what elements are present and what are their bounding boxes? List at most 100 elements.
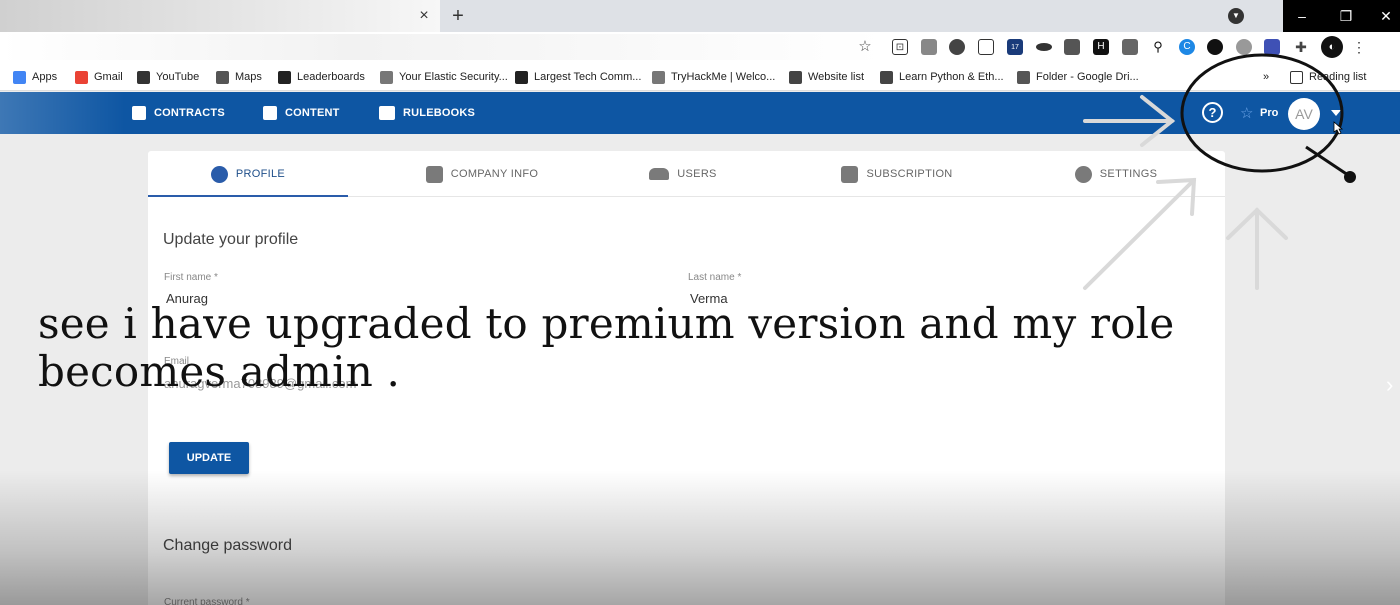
bookmark-gmail[interactable]: Gmail [75, 68, 123, 86]
update-profile-title: Update your profile [163, 231, 299, 248]
bookmarks-overflow-icon[interactable]: » [1263, 68, 1269, 86]
tab-profile-label: PROFILE [235, 168, 286, 180]
cookie-icon[interactable] [949, 39, 965, 55]
browser-toolbar: ☆ ⊡ 17 H ⚲ C ✚ ◐ ⋮ [0, 32, 1400, 62]
h1-icon [278, 70, 291, 84]
tab-close-icon[interactable]: × [414, 6, 434, 26]
first-name-label: First name * [164, 272, 218, 283]
account-circle-icon [210, 165, 228, 183]
bookmark-h1[interactable]: Leaderboards [278, 68, 365, 86]
bookmark-label: Folder - Google Dri... [1036, 71, 1139, 83]
tab-subscription-label: SUBSCRIPTION [866, 168, 953, 180]
avatar[interactable]: AV [1288, 98, 1320, 130]
udemy-icon [880, 70, 893, 84]
nav-contracts[interactable]: CONTRACTS [132, 92, 225, 134]
globe-icon [789, 70, 802, 84]
bookmark-elastic[interactable]: Your Elastic Security... [380, 68, 508, 86]
notes-icon[interactable] [978, 39, 994, 55]
update-button[interactable]: UPDATE [169, 442, 249, 474]
drive-icon [1017, 70, 1030, 84]
restore-icon[interactable]: ❐ [1335, 5, 1357, 27]
tab-settings[interactable]: SETTINGS [1016, 151, 1216, 197]
nav-rulebooks[interactable]: RULEBOOKS [379, 92, 475, 134]
minimize-icon[interactable]: – [1291, 5, 1313, 27]
tab-settings-label: SETTINGS [1099, 168, 1158, 180]
bookmark-label: Your Elastic Security... [399, 71, 508, 83]
reading-list[interactable]: Reading list [1290, 68, 1366, 86]
header-fade [0, 92, 125, 134]
browser-profile-icon[interactable]: ◐ [1321, 36, 1343, 58]
extension-badge: 17 [1011, 44, 1019, 51]
bookmark-label: Apps [32, 71, 58, 83]
tab-users[interactable]: USERS [583, 151, 783, 197]
pointer-line [1305, 145, 1349, 177]
flag-icon[interactable] [1064, 39, 1080, 55]
tab-profile[interactable]: PROFILE [148, 151, 348, 197]
window-ext-icon[interactable] [1264, 39, 1280, 55]
wallet-icon [841, 165, 859, 183]
bookmark-star-icon[interactable]: ☆ [856, 38, 874, 56]
bookmark-tryhackme[interactable]: TryHackMe | Welco... [652, 68, 775, 86]
browser-menu-icon[interactable]: ⋮ [1352, 38, 1366, 56]
saturn-icon[interactable] [1036, 43, 1052, 51]
pro-star-icon: ☆ [1240, 105, 1254, 122]
bookmark-apps[interactable]: Apps [13, 68, 57, 86]
nav-content[interactable]: CONTENT [263, 92, 340, 134]
extension-icon[interactable] [921, 39, 937, 55]
tab-company-info-label: COMPANY INFO [450, 168, 539, 180]
nav-content-label: CONTENT [285, 107, 340, 119]
puzzle-icon[interactable]: ✚ [1293, 39, 1309, 55]
tab-subscription[interactable]: SUBSCRIPTION [797, 151, 997, 197]
active-tab-indicator [148, 195, 348, 197]
reading-list-icon [1290, 70, 1303, 84]
window-controls: – ❐ ✕ [1283, 0, 1400, 32]
h-icon[interactable]: H [1093, 39, 1109, 55]
bookmark-label: YouTube [156, 71, 200, 83]
chevron-down-icon[interactable] [1331, 110, 1341, 116]
nav-rulebooks-label: RULEBOOKS [403, 107, 476, 119]
bookmark-drive[interactable]: Folder - Google Dri... [1017, 68, 1139, 86]
apps-icon [13, 70, 26, 84]
settings-tabs: PROFILE COMPANY INFO USERS SUBSCRIPTION … [148, 151, 1225, 197]
gear-icon [1074, 165, 1092, 183]
bookmark-label: Website list [808, 71, 865, 83]
bookmark-label: Learn Python & Eth... [899, 71, 1004, 83]
bookmark-udemy[interactable]: Learn Python & Eth... [880, 68, 1004, 86]
tab-company-info[interactable]: COMPANY INFO [382, 151, 582, 197]
users-icon [649, 168, 670, 180]
pointer-dot [1344, 171, 1356, 183]
new-tab-button[interactable]: + [447, 5, 469, 27]
shield-icon[interactable] [1122, 39, 1138, 55]
bookmark-label: Gmail [94, 71, 123, 83]
gear-ext-icon[interactable] [1236, 39, 1252, 55]
tab-search-icon[interactable]: ▼ [1228, 8, 1244, 24]
address-bar[interactable] [0, 34, 884, 60]
maps-icon [216, 70, 229, 84]
bookmark-label: Leaderboards [297, 71, 365, 83]
nav-contracts-label: CONTRACTS [154, 107, 225, 119]
elastic-icon [380, 70, 393, 84]
bookmark-tg[interactable]: Largest Tech Comm... [515, 68, 641, 86]
extension-badge-icon[interactable]: 17 [1007, 39, 1023, 55]
bookmark-maps[interactable]: Maps [216, 68, 262, 86]
dark-extension-icon[interactable] [1207, 39, 1223, 55]
reading-list-label: Reading list [1309, 71, 1367, 83]
browser-tab[interactable] [0, 0, 440, 32]
document-icon [132, 106, 146, 120]
close-window-icon[interactable]: ✕ [1375, 5, 1397, 27]
chrome-ext-icon[interactable]: C [1179, 39, 1195, 55]
pocket-icon[interactable]: ⊡ [892, 39, 908, 55]
help-icon[interactable]: ? [1202, 102, 1223, 123]
youtube-icon [137, 70, 150, 84]
screen: × + ▼ – ❐ ✕ ☆ ⊡ 17 H ⚲ C ✚ ◐ ⋮ Apps Gmail… [0, 0, 1400, 605]
gmail-icon [75, 70, 88, 84]
bookmark-label: Maps [235, 71, 262, 83]
chevron-right-icon[interactable]: › [1386, 372, 1400, 402]
bookmark-globe[interactable]: Website list [789, 68, 864, 86]
bookmark-youtube[interactable]: YouTube [137, 68, 199, 86]
search-icon[interactable]: ⚲ [1150, 39, 1166, 55]
current-password-label: Current password * [164, 597, 250, 605]
app-header: CONTRACTS CONTENT RULEBOOKS ? ☆ Pro AV [0, 92, 1400, 134]
plan-badge: Pro [1260, 107, 1279, 119]
bookmark-label: Largest Tech Comm... [534, 71, 642, 83]
